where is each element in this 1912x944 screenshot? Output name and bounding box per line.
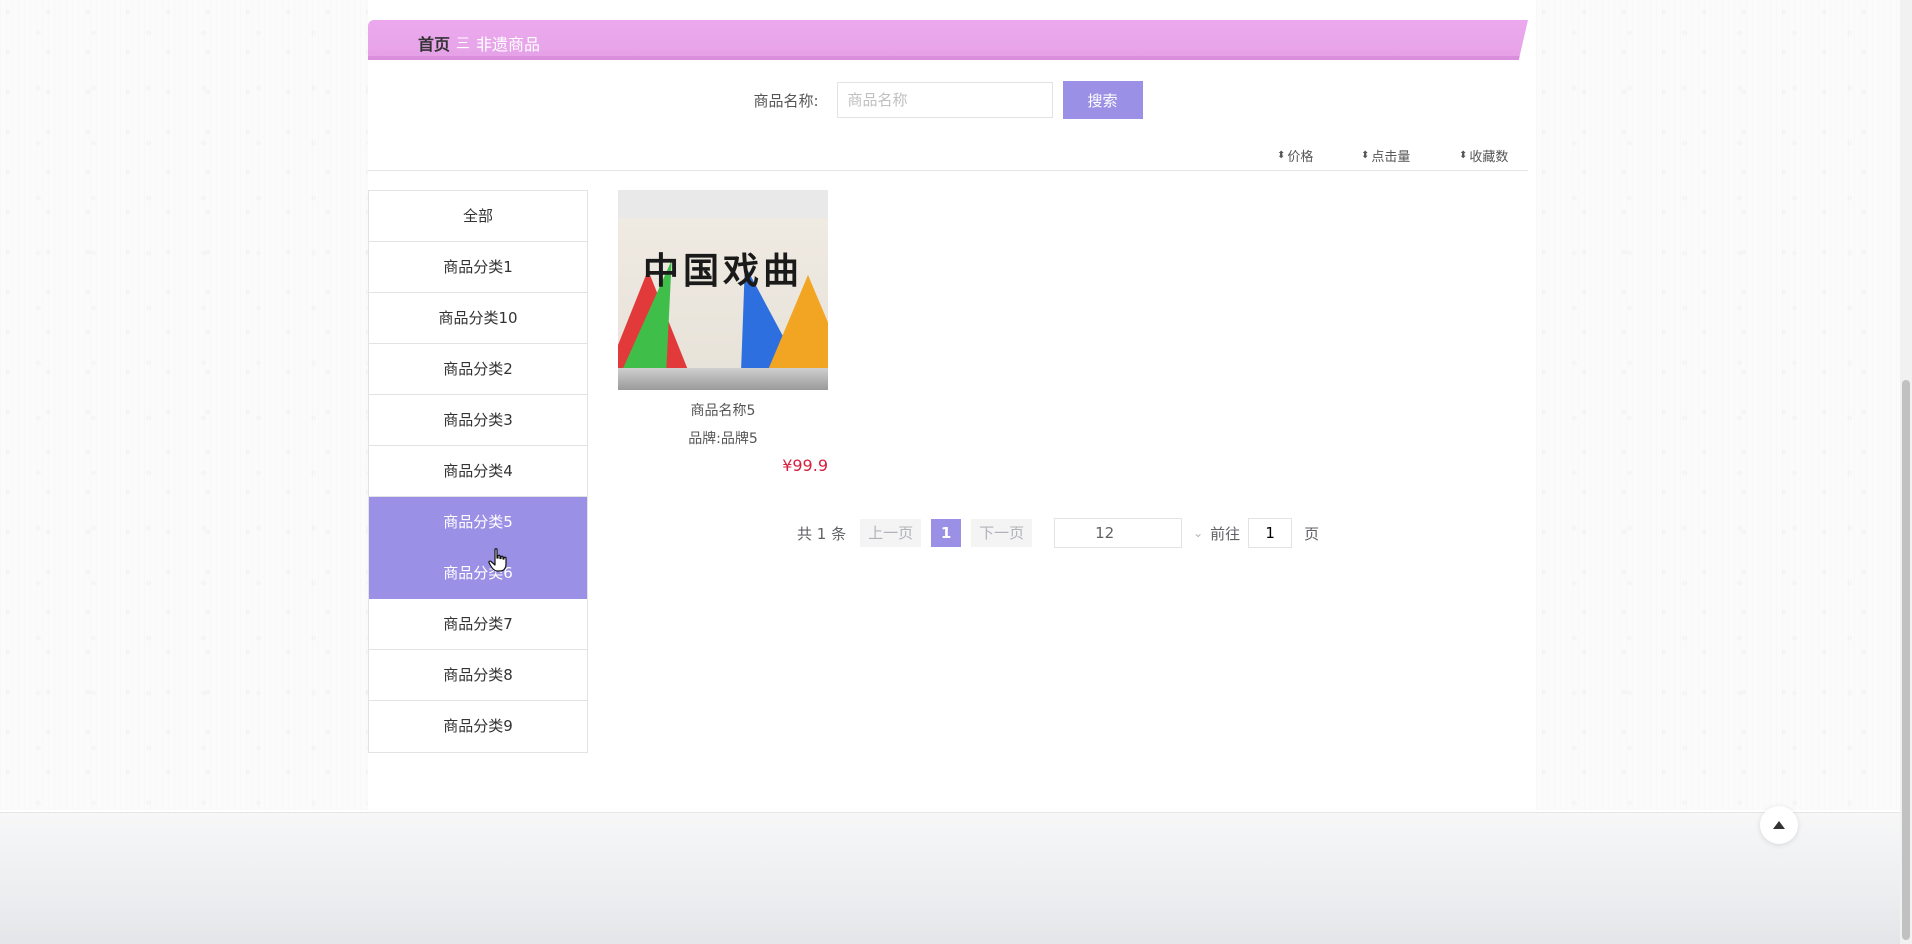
- category-item[interactable]: 商品分类1: [369, 242, 587, 293]
- category-item[interactable]: 商品分类10: [369, 293, 587, 344]
- page-size-select[interactable]: 12 ⌄: [1054, 518, 1203, 548]
- category-item-all[interactable]: 全部: [369, 191, 587, 242]
- search-input[interactable]: [836, 82, 1053, 118]
- left-background: [0, 0, 368, 810]
- breadcrumb-separator: 三: [456, 36, 471, 52]
- page-suffix: 页: [1304, 524, 1320, 543]
- product-brand: 品牌:品牌5: [688, 431, 758, 447]
- search-button[interactable]: 搜索: [1062, 81, 1143, 119]
- prev-page-button[interactable]: 上一页: [860, 519, 922, 547]
- page-size-value: 12: [1095, 524, 1115, 542]
- pagination: 共 1 条 上一页 1 下一页 12 ⌄ 前往 页: [797, 518, 1319, 548]
- category-item[interactable]: 商品分类3: [369, 395, 587, 446]
- goto-page-input[interactable]: [1248, 518, 1293, 548]
- breadcrumb-current: 非遗商品: [476, 35, 541, 54]
- sort-label: 收藏数: [1469, 150, 1509, 165]
- breadcrumb-home[interactable]: 首页: [418, 31, 450, 55]
- back-to-top-button[interactable]: [1760, 806, 1798, 844]
- category-item[interactable]: 商品分类4: [369, 446, 587, 497]
- image-shadow: [618, 368, 828, 390]
- page-number-current[interactable]: 1: [931, 519, 962, 547]
- chevron-down-icon: ⌄: [1193, 526, 1204, 540]
- sort-label: 价格: [1287, 150, 1314, 165]
- pagination-total: 共 1 条: [797, 524, 847, 543]
- sort-updown-icon: ⬍: [1361, 149, 1370, 161]
- sort-clicks[interactable]: ⬍ 点击量: [1361, 146, 1410, 165]
- sort-bar: ⬍ 价格 ⬍ 点击量 ⬍ 收藏数: [368, 142, 1528, 171]
- image-caption: 中国戏曲: [642, 250, 803, 292]
- main-content: 首页 三 非遗商品 商品名称: 搜索 ⬍ 价格 ⬍ 点击量 ⬍ 收藏数 全部 商…: [368, 0, 1536, 810]
- category-item-active[interactable]: 商品分类6: [369, 548, 587, 599]
- category-item[interactable]: 商品分类2: [369, 344, 587, 395]
- next-page-button[interactable]: 下一页: [971, 519, 1033, 547]
- category-list: 全部 商品分类1 商品分类10 商品分类2 商品分类3 商品分类4 商品分类5 …: [368, 190, 588, 753]
- sort-label: 点击量: [1371, 150, 1411, 165]
- sort-price[interactable]: ⬍ 价格: [1277, 146, 1313, 165]
- arrow-up-icon: [1773, 821, 1785, 829]
- category-item[interactable]: 商品分类8: [369, 650, 587, 701]
- sort-updown-icon: ⬍: [1277, 149, 1286, 161]
- search-label: 商品名称:: [753, 91, 819, 110]
- category-item[interactable]: 商品分类7: [369, 599, 587, 650]
- sort-favorites[interactable]: ⬍ 收藏数: [1459, 146, 1508, 165]
- vertical-scrollbar[interactable]: [1900, 0, 1912, 944]
- product-price: ¥99.9: [782, 456, 828, 475]
- footer: [0, 812, 1900, 944]
- breadcrumb-banner: 首页 三 非遗商品: [368, 20, 1528, 60]
- product-name[interactable]: 商品名称5: [618, 400, 828, 420]
- scrollbar-thumb[interactable]: [1902, 380, 1910, 940]
- category-item[interactable]: 商品分类9: [369, 701, 587, 752]
- hand-cursor-icon: [488, 548, 507, 572]
- search-row: 商品名称: 搜索: [368, 80, 1528, 120]
- product-image[interactable]: 中国戏曲: [618, 190, 828, 390]
- right-background: [1536, 0, 1900, 810]
- product-card[interactable]: 中国戏曲 商品名称5 品牌:品牌5 ¥99.9: [618, 190, 828, 475]
- breadcrumb: 首页 三 非遗商品: [418, 31, 540, 55]
- goto-label: 前往: [1210, 524, 1241, 543]
- sort-updown-icon: ⬍: [1459, 149, 1468, 161]
- category-item-active[interactable]: 商品分类5: [369, 497, 587, 548]
